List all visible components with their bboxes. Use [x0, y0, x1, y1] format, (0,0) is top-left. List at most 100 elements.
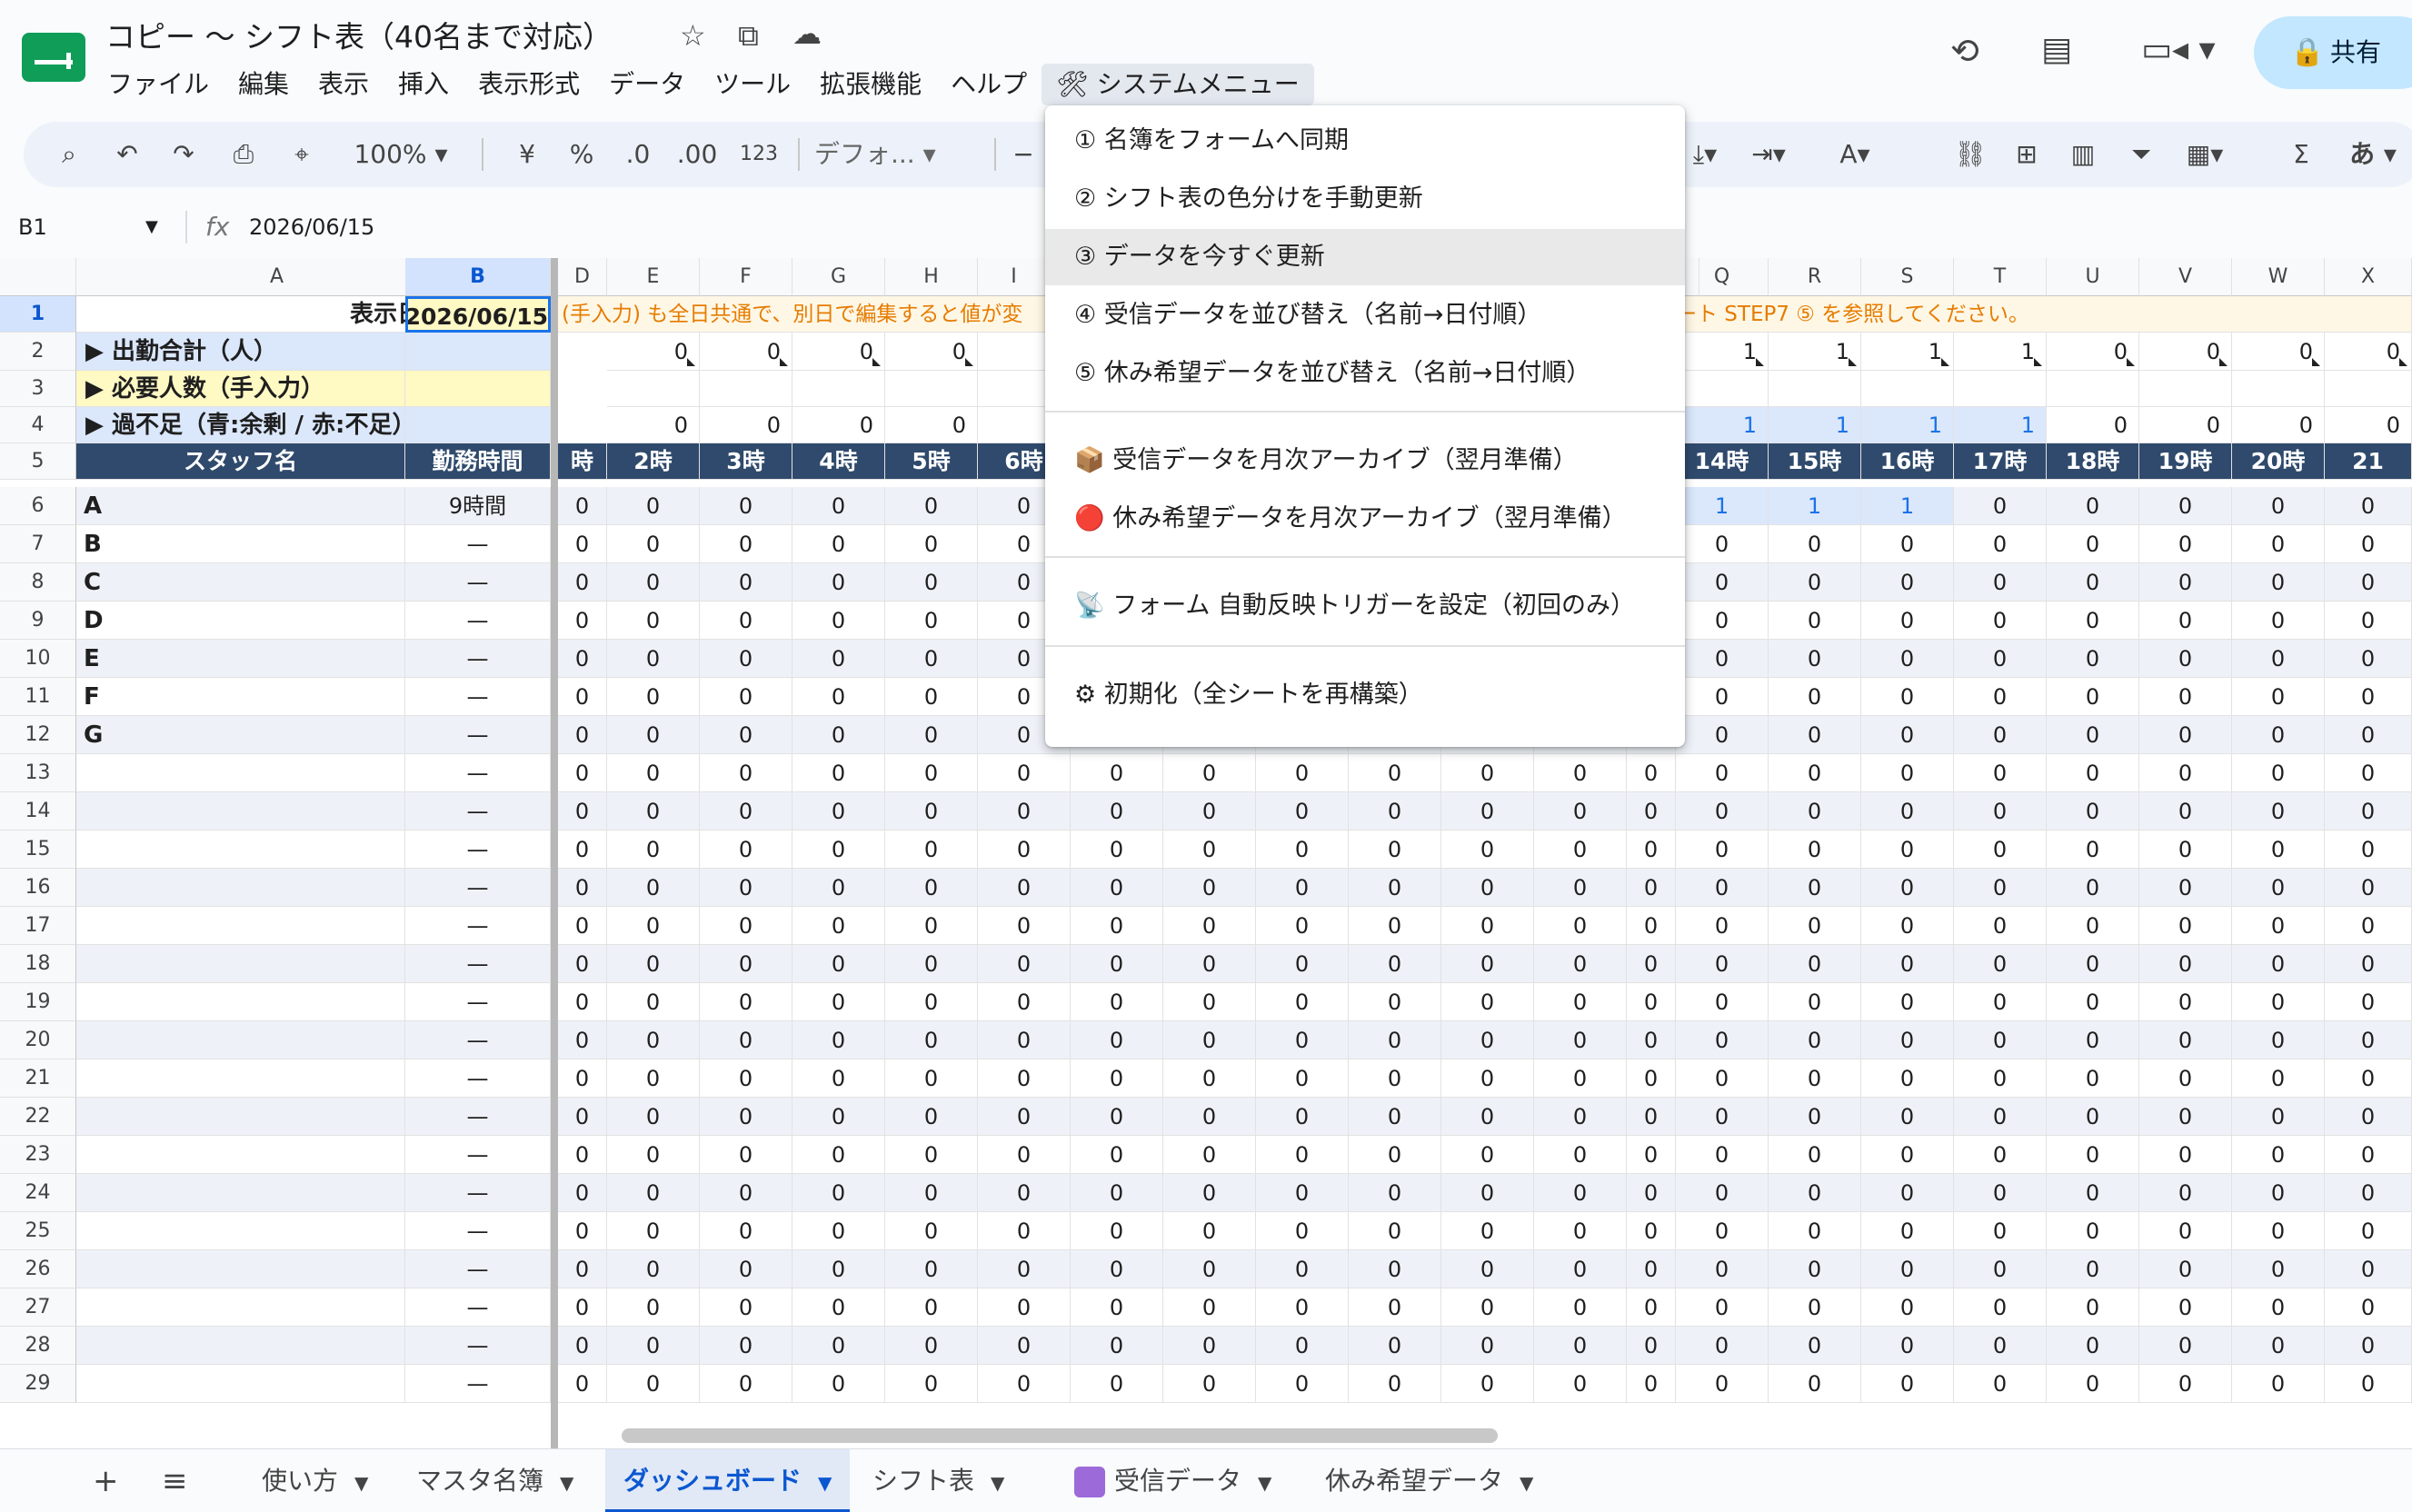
hour-cell[interactable]: 0	[1769, 1288, 1861, 1327]
comment-add-icon[interactable]: ⊞	[2008, 122, 2045, 187]
hour-cell[interactable]: 0	[1349, 754, 1441, 792]
col-header[interactable]: U	[2047, 258, 2139, 296]
hour-cell[interactable]: 0	[607, 983, 700, 1021]
hour-cell[interactable]: 0	[2232, 1365, 2325, 1403]
hour-cell[interactable]: 0	[792, 907, 885, 945]
hour-cell[interactable]: 0	[700, 1174, 792, 1212]
work-hours[interactable]: —	[405, 602, 551, 640]
hour-cell[interactable]: 0	[1861, 831, 1954, 869]
summary-value[interactable]: 1	[1954, 407, 2047, 443]
hour-cell[interactable]: 0	[1954, 869, 2047, 907]
hour-cell[interactable]: 0	[1627, 1327, 1676, 1365]
hour-cell[interactable]: 0	[1627, 1212, 1676, 1250]
hour-cell[interactable]: 0	[700, 907, 792, 945]
hour-cell[interactable]: 0	[2325, 1059, 2412, 1098]
hour-cell[interactable]: 0	[1954, 1288, 2047, 1327]
staff-name[interactable]	[76, 1136, 405, 1174]
summary-value[interactable]: 1	[1769, 407, 1861, 443]
chevron-down-icon[interactable]: ▼	[354, 1472, 368, 1494]
hour-cell[interactable]: 0	[1256, 754, 1349, 792]
hour-cell[interactable]: 0	[1441, 869, 1534, 907]
hour-cell[interactable]: 0	[2139, 792, 2232, 831]
hour-cell[interactable]: 0	[885, 678, 978, 716]
hour-cell[interactable]: 0	[885, 1212, 978, 1250]
hour-cell[interactable]: 0	[2139, 869, 2232, 907]
hour-cell[interactable]: 0	[1676, 1288, 1769, 1327]
hour-cell[interactable]: 0	[1534, 1174, 1627, 1212]
hour-cell[interactable]: 0	[558, 792, 607, 831]
menu-item-3[interactable]: ④ 受信データを並び替え（名前→日付順）	[1045, 287, 1685, 343]
hour-cell[interactable]: 0	[792, 1288, 885, 1327]
hour-cell[interactable]: 0	[1769, 1059, 1861, 1098]
hour-cell[interactable]: 0	[1676, 1059, 1769, 1098]
hour-cell[interactable]: 0	[1627, 1098, 1676, 1136]
display-date-cell[interactable]: 2026/06/15 (月	[405, 296, 551, 333]
hour-cell[interactable]: 0	[1676, 831, 1769, 869]
staff-name[interactable]	[76, 1212, 405, 1250]
text-wrap-icon[interactable]: ⇥▾	[1750, 122, 1787, 187]
hour-cell[interactable]: 0	[2139, 716, 2232, 754]
hour-cell[interactable]: 0	[2139, 1250, 2232, 1288]
hour-cell[interactable]: 0	[885, 1098, 978, 1136]
hour-cell[interactable]: 0	[2047, 1136, 2139, 1174]
hour-cell[interactable]: 0	[700, 983, 792, 1021]
hour-cell[interactable]: 0	[1441, 1021, 1534, 1059]
staff-name[interactable]: D	[76, 602, 405, 640]
hour-cell[interactable]: 0	[2139, 983, 2232, 1021]
hour-cell[interactable]: 0	[1861, 1250, 1954, 1288]
staff-name[interactable]	[76, 1365, 405, 1403]
staff-name[interactable]	[76, 792, 405, 831]
hour-cell[interactable]: 0	[1861, 869, 1954, 907]
hour-cell[interactable]: 0	[978, 983, 1071, 1021]
hour-cell[interactable]: 0	[558, 1059, 607, 1098]
work-hours[interactable]: —	[405, 1098, 551, 1136]
col-header[interactable]: G	[792, 258, 885, 296]
hour-cell[interactable]: 0	[1441, 1059, 1534, 1098]
hour-cell[interactable]: 0	[1071, 831, 1163, 869]
hour-cell[interactable]: 0	[1071, 1250, 1163, 1288]
hour-cell[interactable]: 0	[558, 1021, 607, 1059]
hour-cell[interactable]: 0	[1676, 602, 1769, 640]
hour-cell[interactable]: 0	[2139, 1212, 2232, 1250]
hour-cell[interactable]: 0	[2232, 487, 2325, 525]
hour-cell[interactable]: 0	[1071, 754, 1163, 792]
row-header[interactable]: 19	[0, 983, 76, 1021]
hour-cell[interactable]: 0	[1534, 983, 1627, 1021]
hour-cell[interactable]: 0	[2047, 831, 2139, 869]
staff-name[interactable]	[76, 754, 405, 792]
hour-cell[interactable]: 0	[700, 716, 792, 754]
hour-cell[interactable]: 0	[2139, 907, 2232, 945]
hour-cell[interactable]: 0	[2232, 1250, 2325, 1288]
hour-cell[interactable]: 0	[2047, 907, 2139, 945]
hour-cell[interactable]: 0	[1627, 1021, 1676, 1059]
hour-cell[interactable]: 0	[885, 602, 978, 640]
hour-cell[interactable]: 0	[2232, 602, 2325, 640]
hour-cell[interactable]: 0	[700, 563, 792, 602]
hour-cell[interactable]: 0	[2232, 678, 2325, 716]
hour-cell[interactable]: 0	[607, 1365, 700, 1403]
hour-cell[interactable]: 0	[1627, 792, 1676, 831]
work-hours[interactable]: —	[405, 831, 551, 869]
hour-cell[interactable]: 0	[1256, 831, 1349, 869]
hour-cell[interactable]: 0	[2325, 602, 2412, 640]
hour-cell[interactable]: 0	[978, 869, 1071, 907]
hour-cell[interactable]: 0	[1861, 640, 1954, 678]
hour-cell[interactable]: 0	[978, 831, 1071, 869]
hour-cell[interactable]: 0	[558, 678, 607, 716]
summary-value[interactable]: 0	[700, 333, 792, 371]
hour-cell[interactable]: 0	[1349, 1021, 1441, 1059]
hour-cell[interactable]: 0	[978, 1136, 1071, 1174]
hour-cell[interactable]: 0	[558, 640, 607, 678]
zoom-select[interactable]: 100% ▾	[351, 122, 451, 187]
hour-cell[interactable]: 0	[2047, 1098, 2139, 1136]
hour-cell[interactable]: 0	[1441, 945, 1534, 983]
hour-cell[interactable]: 0	[1769, 1327, 1861, 1365]
hour-cell[interactable]: 0	[2047, 1365, 2139, 1403]
hour-cell[interactable]: 0	[1676, 945, 1769, 983]
hour-cell[interactable]: 0	[607, 525, 700, 563]
hour-cell[interactable]: 0	[1071, 1059, 1163, 1098]
summary-value[interactable]: 0	[2047, 407, 2139, 443]
hour-cell[interactable]: 0	[1954, 1098, 2047, 1136]
hour-cell[interactable]: 0	[1071, 1365, 1163, 1403]
col-header[interactable]: R	[1769, 258, 1861, 296]
